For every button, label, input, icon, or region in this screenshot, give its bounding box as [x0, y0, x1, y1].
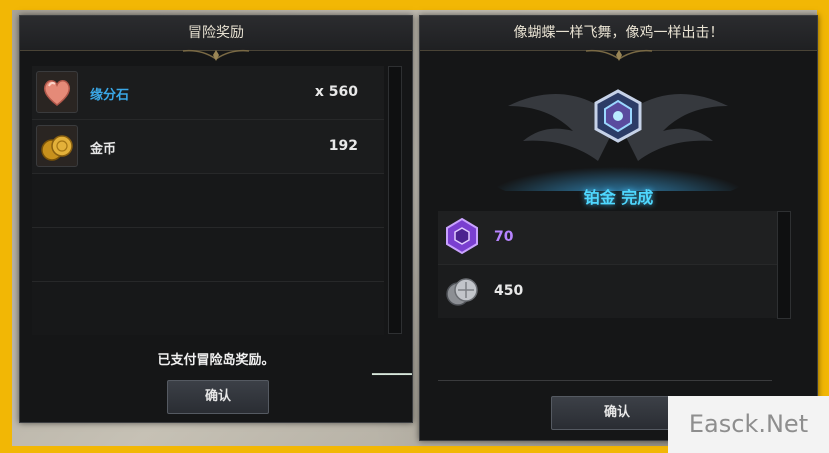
ornament-icon	[182, 49, 250, 61]
list-item: 450	[438, 265, 788, 318]
reward-name: 缘分石	[90, 88, 130, 103]
reward-list: 缘分石 x 560 金币 192	[32, 66, 384, 335]
reward-qty: 450	[494, 283, 524, 299]
list-item: 缘分石 x 560	[32, 66, 384, 120]
reward-qty: x 560	[314, 84, 358, 100]
empty-slot	[32, 228, 384, 282]
confirm-button[interactable]: 确认	[167, 380, 269, 414]
scrollbar[interactable]	[777, 211, 791, 319]
list-item: 金币 192	[32, 120, 384, 174]
reward-name: 金币	[90, 142, 117, 157]
empty-slot	[32, 174, 384, 228]
reward-qty: 192	[328, 138, 358, 154]
empty-slot	[32, 282, 384, 335]
reward-message: 已支付冒险岛奖励。	[157, 353, 275, 368]
adventure-reward-panel: 冒险奖励 缘分石 x 560 金币 192 已支付冒险岛奖励。 确认	[19, 15, 413, 423]
reward-qty: 70	[494, 229, 514, 245]
silver-coins-icon	[442, 270, 482, 310]
rank-complete-label: 铂金 完成	[583, 188, 654, 207]
heart-stone-icon	[36, 71, 78, 113]
watermark: Easck.Net	[668, 396, 829, 453]
confirm-button[interactable]: 确认	[551, 396, 683, 430]
gold-coins-icon	[36, 125, 78, 167]
platinum-emblem-icon	[488, 89, 748, 191]
reward-list: 70 450	[438, 211, 788, 318]
background-text: ━━━━━━	[372, 368, 412, 381]
scrollbar[interactable]	[388, 66, 402, 334]
purple-gem-icon	[442, 216, 482, 256]
panel-title: 冒险奖励	[20, 16, 412, 51]
panel-title: 像蝴蝶一样飞舞，像鸡一样出击！	[420, 16, 817, 51]
rank-complete-panel: 像蝴蝶一样飞舞，像鸡一样出击！ 铂金 完成 70 450 确认	[419, 15, 818, 441]
divider	[438, 380, 772, 381]
list-item: 70	[438, 211, 788, 265]
